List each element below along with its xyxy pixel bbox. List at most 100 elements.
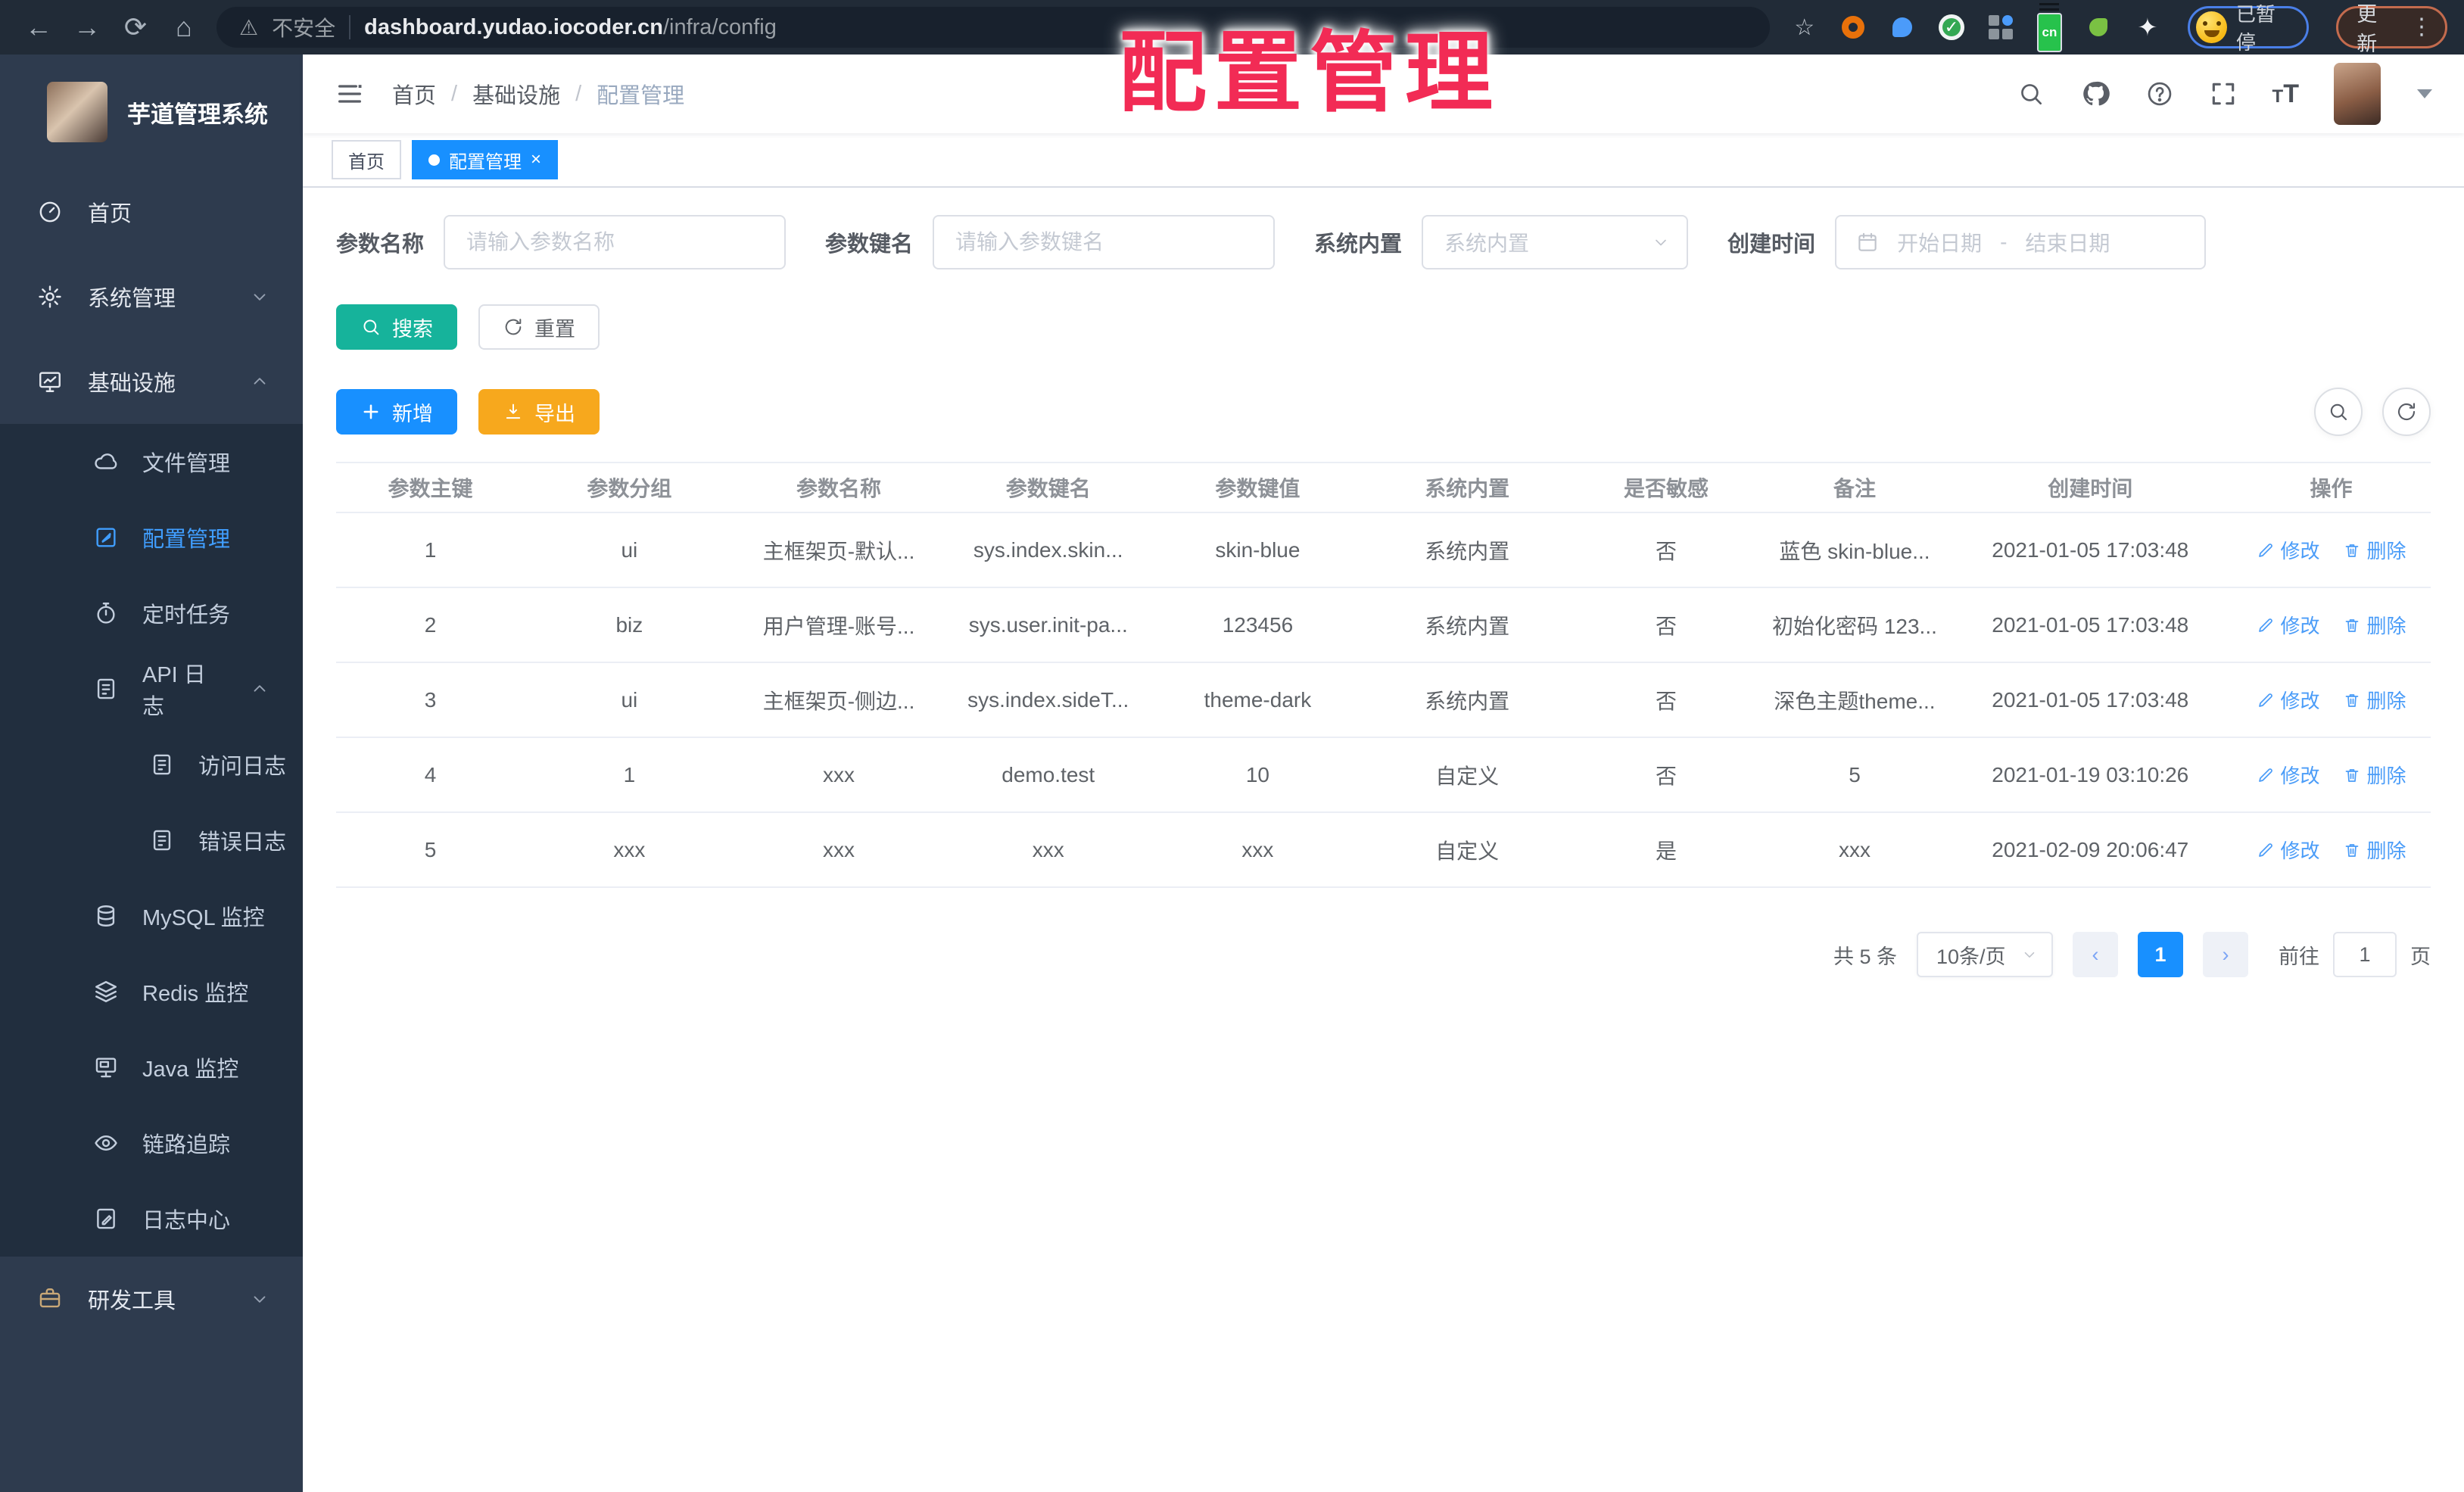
- sidebar-item-label: 访问日志: [198, 755, 287, 779]
- sidebar-item-java-monitor[interactable]: Java 监控: [0, 1029, 303, 1105]
- sidebar-item-redis-monitor[interactable]: Redis 监控: [0, 954, 303, 1029]
- sidebar-item-infra[interactable]: 基础设施: [0, 339, 303, 424]
- tag-home[interactable]: 首页: [332, 140, 401, 179]
- extension-cn-icon[interactable]: cn: [2035, 2, 2064, 52]
- sidebar-logo[interactable]: 芋道管理系统: [0, 55, 303, 170]
- edit-link-label: 修改: [2280, 690, 2320, 712]
- extension-pin-icon[interactable]: [1888, 12, 1917, 42]
- param-name-input[interactable]: [444, 215, 787, 269]
- sidebar-item-label: 日志中心: [142, 1209, 231, 1233]
- address-bar[interactable]: ⚠ 不安全 dashboard.yudao.iocoder.cn/infra/c…: [216, 7, 1771, 48]
- toggle-search-button[interactable]: [2314, 388, 2363, 436]
- edit-link[interactable]: 修改: [2257, 611, 2320, 639]
- delete-link[interactable]: 删除: [2343, 686, 2406, 714]
- table-row[interactable]: 5 xxx xxx xxx xxx 自定义 是 xxx 2021-02-09 2…: [336, 812, 2431, 888]
- sidebar-item-label: MySQL 监控: [142, 906, 265, 930]
- cloud-icon: [92, 448, 120, 475]
- param-key-input[interactable]: [933, 215, 1276, 269]
- back-icon[interactable]: ←: [17, 5, 61, 49]
- sidebar-item-trace[interactable]: 链路追踪: [0, 1105, 303, 1181]
- sidebar-item-file-manage[interactable]: 文件管理: [0, 424, 303, 500]
- github-icon[interactable]: [2080, 79, 2110, 109]
- browser-menu-icon[interactable]: ⋮: [2410, 16, 2433, 38]
- date-range-picker[interactable]: 开始日期 - 结束日期: [1835, 215, 2207, 269]
- page-size-select[interactable]: 10条/页: [1917, 932, 2053, 977]
- log-doc-icon: [148, 751, 176, 778]
- extension-orange-ring-icon[interactable]: [1839, 12, 1868, 42]
- table-row[interactable]: 4 1 xxx demo.test 10 自定义 否 5 2021-01-19 …: [336, 737, 2431, 813]
- cell-remark: 5: [1760, 737, 1949, 813]
- page-button-1[interactable]: 1: [2138, 932, 2183, 977]
- breadcrumb-home[interactable]: 首页: [392, 78, 436, 110]
- builtin-select[interactable]: 系统内置: [1422, 215, 1689, 269]
- update-label: 更新: [2357, 3, 2378, 55]
- browser-profile-chip[interactable]: 已暂停: [2188, 3, 2310, 54]
- prev-page-button[interactable]: ‹: [2073, 932, 2118, 977]
- avatar-caret-icon[interactable]: [2417, 89, 2432, 98]
- profile-status-label: 已暂停: [2235, 3, 2276, 54]
- delete-link[interactable]: 删除: [2343, 836, 2406, 864]
- add-button[interactable]: 新增: [336, 389, 457, 435]
- jump-prefix-label: 前往: [2279, 945, 2319, 968]
- sidebar-item-scheduled-jobs[interactable]: 定时任务: [0, 575, 303, 651]
- table-row[interactable]: 1 ui 主框架页-默认... sys.index.skin... skin-b…: [336, 512, 2431, 588]
- sidebar-item-home[interactable]: 首页: [0, 170, 303, 254]
- sidebar-item-config-manage[interactable]: 配置管理: [0, 500, 303, 575]
- sidebar-item-system[interactable]: 系统管理: [0, 254, 303, 339]
- sidebar-toggle-icon[interactable]: [335, 79, 365, 109]
- security-warning-icon: ⚠: [239, 15, 259, 39]
- extension-sprout-icon[interactable]: [2084, 12, 2114, 42]
- sidebar-item-dev-tools[interactable]: 研发工具: [0, 1257, 303, 1341]
- extension-grid-icon[interactable]: [1986, 12, 2015, 42]
- sidebar: 芋道管理系统 首页 系统管理 基础设施 文件管理 配置管理 定时任务 API 日…: [0, 55, 303, 1492]
- search-icon[interactable]: [2017, 79, 2045, 108]
- edit-link-label: 修改: [2280, 540, 2320, 562]
- sidebar-item-error-log[interactable]: 错误日志: [0, 802, 303, 878]
- table-row[interactable]: 3 ui 主框架页-侧边... sys.index.sideT... theme…: [336, 662, 2431, 738]
- delete-link[interactable]: 删除: [2343, 611, 2406, 639]
- font-size-icon[interactable]: TT: [2272, 79, 2299, 109]
- edit-link[interactable]: 修改: [2257, 761, 2320, 789]
- chevron-up-icon: [250, 679, 269, 699]
- edit-link[interactable]: 修改: [2257, 536, 2320, 564]
- table-row[interactable]: 2 biz 用户管理-账号... sys.user.init-pa... 123…: [336, 587, 2431, 663]
- table-toolbar: 新增 导出: [336, 388, 2431, 436]
- table-tools: [2314, 388, 2431, 436]
- delete-link[interactable]: 删除: [2343, 761, 2406, 789]
- sidebar-item-api-log[interactable]: API 日志: [0, 651, 303, 727]
- col-header: 系统内置: [1362, 462, 1572, 513]
- edit-link[interactable]: 修改: [2257, 836, 2320, 864]
- extensions-puzzle-icon[interactable]: ✦: [2133, 12, 2163, 42]
- fullscreen-icon[interactable]: [2209, 79, 2238, 108]
- cell-value: 123456: [1153, 587, 1363, 663]
- user-avatar[interactable]: [2334, 63, 2381, 125]
- security-label[interactable]: 不安全: [272, 12, 335, 42]
- page-jump-input[interactable]: [2333, 932, 2397, 977]
- reload-icon[interactable]: ⟳: [114, 5, 157, 49]
- delete-link[interactable]: 删除: [2343, 536, 2406, 564]
- edit-link-label: 修改: [2280, 839, 2320, 862]
- export-button[interactable]: 导出: [478, 389, 600, 435]
- extension-check-icon[interactable]: ✓: [1937, 12, 1967, 42]
- help-icon[interactable]: [2145, 79, 2174, 108]
- sidebar-item-mysql-monitor[interactable]: MySQL 监控: [0, 878, 303, 954]
- browser-update-button[interactable]: 更新 ⋮: [2336, 3, 2447, 55]
- tag-close-icon[interactable]: ×: [531, 151, 541, 169]
- tag-config-manage[interactable]: 配置管理 ×: [412, 140, 559, 179]
- next-page-button[interactable]: ›: [2203, 932, 2248, 977]
- sidebar-item-access-log[interactable]: 访问日志: [0, 727, 303, 802]
- delete-link-label: 删除: [2366, 839, 2406, 862]
- param-key-label: 参数键名: [825, 232, 914, 257]
- sidebar-item-log-center[interactable]: 日志中心: [0, 1181, 303, 1257]
- refresh-button[interactable]: [2382, 388, 2431, 436]
- bookmark-star-icon[interactable]: ☆: [1790, 12, 1819, 42]
- home-icon[interactable]: ⌂: [162, 5, 206, 49]
- reset-button[interactable]: 重置: [478, 304, 600, 350]
- edit-link[interactable]: 修改: [2257, 686, 2320, 714]
- cell-builtin: 自定义: [1362, 737, 1572, 813]
- breadcrumb-separator: /: [451, 81, 458, 106]
- briefcase-icon: [36, 1285, 64, 1313]
- forward-icon[interactable]: →: [65, 5, 109, 49]
- delete-link-label: 删除: [2366, 690, 2406, 712]
- search-button[interactable]: 搜索: [336, 304, 457, 350]
